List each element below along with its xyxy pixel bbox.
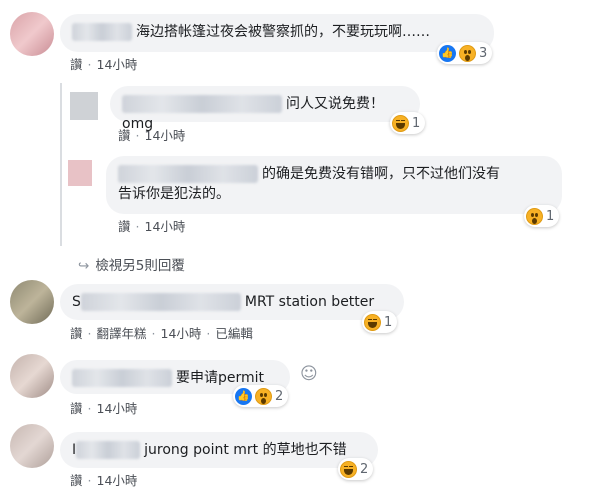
- timestamp[interactable]: 14小時: [145, 128, 186, 143]
- comment-actions: 讚 · 14小時: [70, 473, 138, 488]
- timestamp[interactable]: 14小時: [161, 326, 202, 341]
- blurred-name[interactable]: [80, 293, 241, 311]
- reaction-summary[interactable]: 2: [338, 458, 374, 480]
- wow-icon: [526, 207, 543, 225]
- blurred-name[interactable]: [122, 95, 282, 113]
- comment-text: 海边搭帐篷过夜会被警察抓的，不要玩玩啊……: [136, 24, 430, 40]
- comment-bubble: S MRT station better: [60, 284, 404, 320]
- edited-label[interactable]: 已編輯: [215, 326, 253, 341]
- reply-text-line2: 告诉你是犯法的。: [118, 186, 230, 202]
- comment-bubble: Ijurong point mrt 的草地也不错: [60, 432, 378, 468]
- avatar[interactable]: [10, 12, 54, 56]
- translate-action[interactable]: 翻譯年糕: [97, 326, 147, 341]
- reaction-summary[interactable]: 👍 3: [437, 42, 493, 64]
- timestamp[interactable]: 14小時: [145, 219, 186, 234]
- like-icon: 👍: [235, 387, 252, 405]
- like-icon: 👍: [439, 44, 456, 62]
- haha-icon: [392, 114, 409, 132]
- avatar[interactable]: [10, 354, 54, 398]
- comment-text: MRT station better: [244, 294, 375, 310]
- avatar[interactable]: [68, 160, 92, 186]
- blurred-name[interactable]: [76, 441, 141, 459]
- timestamp[interactable]: 14小時: [97, 473, 138, 488]
- like-action[interactable]: 讚: [70, 326, 83, 341]
- haha-icon: [340, 460, 357, 478]
- comment-actions: 讚 · 翻譯年糕 · 14小時 · 已編輯: [70, 326, 253, 341]
- like-action[interactable]: 讚: [70, 401, 83, 416]
- wow-icon: [255, 387, 272, 405]
- reaction-summary[interactable]: 1: [362, 311, 398, 333]
- timestamp[interactable]: 14小時: [97, 57, 138, 72]
- reply-bubble: 的确是免费没有错啊，只不过他们没有 告诉你是犯法的。: [106, 156, 562, 214]
- blurred-name[interactable]: [118, 165, 258, 183]
- avatar[interactable]: [10, 280, 54, 324]
- thread-line: [60, 83, 62, 246]
- smiley-icon[interactable]: ☺: [300, 364, 318, 384]
- like-action[interactable]: 讚: [70, 473, 83, 488]
- avatar[interactable]: [10, 424, 54, 468]
- reaction-summary[interactable]: 1: [524, 205, 560, 227]
- like-action[interactable]: 讚: [118, 219, 131, 234]
- reply-bubble: 问人又说免费！omg: [110, 86, 420, 132]
- comment-text: jurong point mrt 的草地也不错: [144, 442, 347, 458]
- comment-actions: 讚 · 14小時: [70, 57, 138, 72]
- blurred-name[interactable]: [72, 23, 132, 41]
- comment-text: 要申请permit: [176, 370, 265, 386]
- reply-arrow-icon: ↪: [78, 258, 90, 274]
- reply-actions: 讚 · 14小時: [118, 219, 186, 234]
- reaction-summary[interactable]: 👍 2: [233, 385, 289, 407]
- reaction-summary[interactable]: 1: [390, 112, 426, 134]
- like-action[interactable]: 讚: [70, 57, 83, 72]
- commenter-initial[interactable]: S: [72, 294, 81, 310]
- reply-text-line1: 的确是免费没有错啊，只不过他们没有: [262, 166, 500, 182]
- blurred-name[interactable]: [72, 369, 172, 387]
- avatar[interactable]: [70, 92, 98, 120]
- comment-bubble: 海边搭帐篷过夜会被警察抓的，不要玩玩啊……: [60, 14, 494, 52]
- like-action[interactable]: 讚: [118, 128, 131, 143]
- timestamp[interactable]: 14小時: [97, 401, 138, 416]
- view-more-replies-link[interactable]: ↪ 檢視另5則回覆: [78, 254, 185, 274]
- haha-icon: [364, 313, 381, 331]
- wow-icon: [459, 44, 476, 62]
- comment-actions: 讚 · 14小時: [70, 401, 138, 416]
- reply-actions: 讚 · 14小時: [118, 128, 186, 143]
